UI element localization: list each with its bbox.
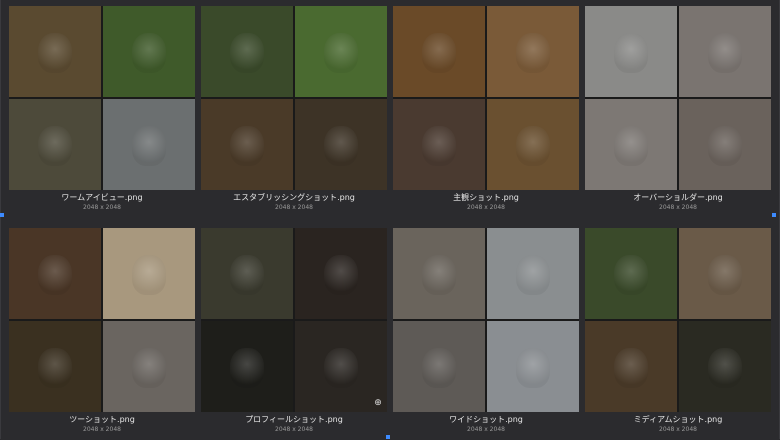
file-dimensions: 2048 x 2048: [467, 426, 505, 433]
kitten-photo: [103, 321, 195, 412]
image-tile-over-shoulder[interactable]: オーバーショルダー.png 2048 x 2048: [585, 6, 771, 218]
file-name: ワイドショット.png: [449, 415, 523, 424]
image-tile-establishing[interactable]: エスタブリッシングショット.png 2048 x 2048: [201, 6, 387, 218]
selection-handle[interactable]: [772, 213, 776, 217]
kitten-photo: [679, 99, 771, 190]
kitten-photo: [295, 6, 387, 97]
kitten-photo: [201, 228, 293, 319]
kitten-photo: [585, 99, 677, 190]
kitten-photo: [393, 228, 485, 319]
thumbnail-grid[interactable]: [201, 6, 387, 190]
kitten-photo: [103, 6, 195, 97]
thumbnail-grid[interactable]: [9, 228, 195, 412]
thumbnail-grid[interactable]: [393, 228, 579, 412]
kitten-photo: [295, 228, 387, 319]
file-dimensions: 2048 x 2048: [83, 426, 121, 433]
file-name: エスタブリッシングショット.png: [233, 193, 355, 202]
selection-handle[interactable]: [0, 213, 4, 217]
kitten-photo: [393, 99, 485, 190]
kitten-photo: [201, 321, 293, 412]
kitten-photo: [679, 321, 771, 412]
file-dimensions: 2048 x 2048: [659, 204, 697, 211]
kitten-photo: [487, 99, 579, 190]
thumbnail-grid[interactable]: [393, 6, 579, 190]
file-dimensions: 2048 x 2048: [467, 204, 505, 211]
kitten-photo: [487, 228, 579, 319]
kitten-photo: [393, 6, 485, 97]
kitten-photo: [9, 321, 101, 412]
kitten-photo: [393, 321, 485, 412]
kitten-photo: [201, 6, 293, 97]
image-tile-worms-eye[interactable]: ワームアイビュー.png 2048 x 2048: [9, 6, 195, 218]
thumbnail-grid[interactable]: [9, 6, 195, 190]
file-dimensions: 2048 x 2048: [275, 426, 313, 433]
kitten-photo: [201, 99, 293, 190]
kitten-photo: [679, 6, 771, 97]
file-name: プロフィールショット.png: [245, 415, 343, 424]
kitten-photo: [487, 6, 579, 97]
kitten-photo: [487, 321, 579, 412]
image-tile-medium[interactable]: ミディアムショット.png 2048 x 2048: [585, 228, 771, 440]
thumbnail-grid[interactable]: [201, 228, 387, 412]
image-tile-wide[interactable]: ワイドショット.png 2048 x 2048: [393, 228, 579, 440]
file-dimensions: 2048 x 2048: [83, 204, 121, 211]
file-name: ツーショット.png: [69, 415, 135, 424]
kitten-photo: [585, 228, 677, 319]
selection-handle[interactable]: [386, 435, 390, 439]
file-name: オーバーショルダー.png: [633, 193, 723, 202]
kitten-photo: [9, 99, 101, 190]
file-name: ワームアイビュー.png: [61, 193, 143, 202]
kitten-photo: [295, 99, 387, 190]
file-name: ミディアムショット.png: [633, 415, 723, 424]
kitten-photo: [679, 228, 771, 319]
file-dimensions: 2048 x 2048: [275, 204, 313, 211]
file-dimensions: 2048 x 2048: [659, 426, 697, 433]
kitten-photo: [9, 6, 101, 97]
file-name: 主観ショット.png: [453, 193, 519, 202]
kitten-photo: [585, 321, 677, 412]
thumbnail-grid[interactable]: [585, 228, 771, 412]
kitten-photo: [9, 228, 101, 319]
image-tile-pov[interactable]: 主観ショット.png 2048 x 2048: [393, 6, 579, 218]
zoom-in-icon[interactable]: ⊕: [373, 398, 383, 408]
kitten-photo: [585, 6, 677, 97]
thumbnail-grid[interactable]: [585, 6, 771, 190]
kitten-photo: [103, 228, 195, 319]
kitten-photo: [103, 99, 195, 190]
image-tile-profile[interactable]: ⊕ プロフィールショット.png 2048 x 2048: [201, 228, 387, 440]
image-tile-two-shot[interactable]: ツーショット.png 2048 x 2048: [9, 228, 195, 440]
